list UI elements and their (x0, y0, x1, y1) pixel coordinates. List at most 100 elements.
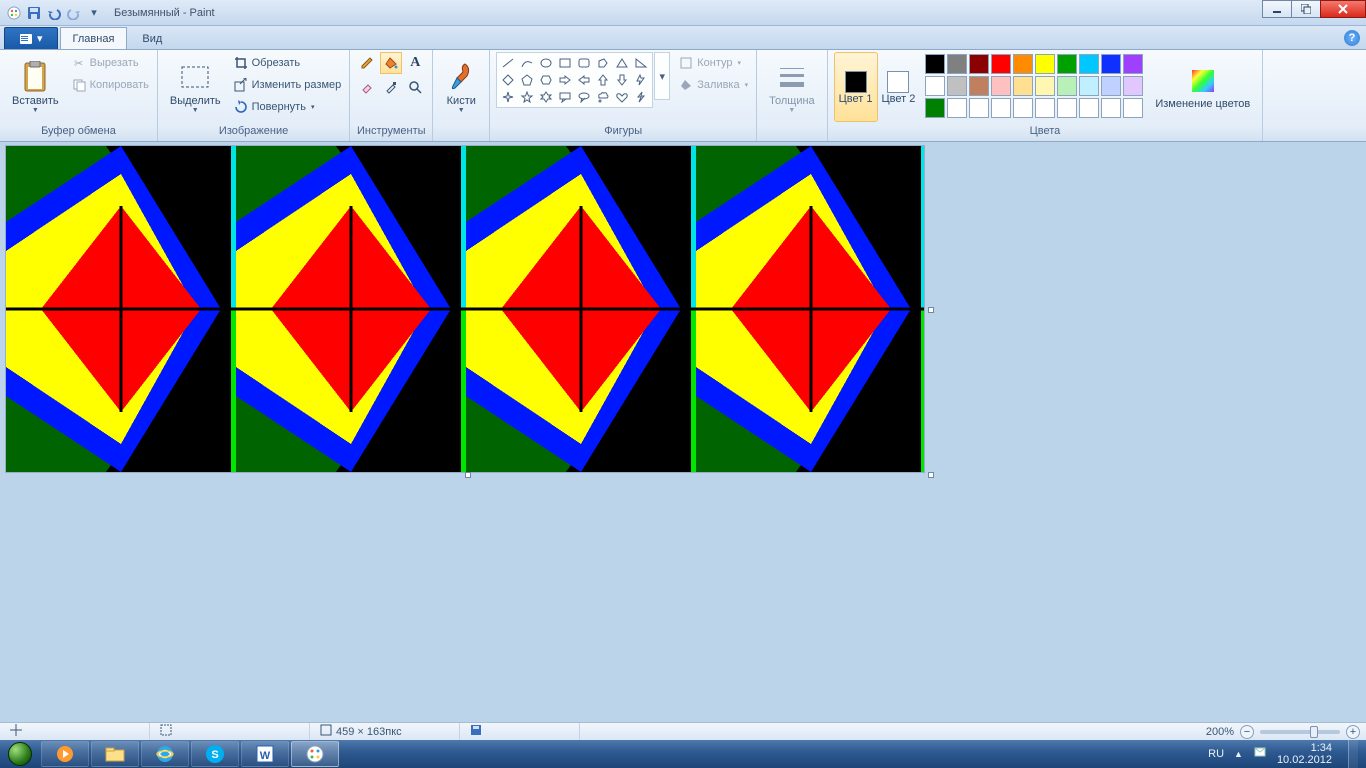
palette-swatch[interactable] (1079, 76, 1099, 96)
palette-swatch[interactable] (1123, 98, 1143, 118)
fill-tool[interactable] (380, 52, 402, 74)
brush-button[interactable]: Кисти▼ (439, 52, 483, 122)
tab-view[interactable]: Вид (129, 27, 175, 49)
taskbar-mediaplayer[interactable] (41, 741, 89, 767)
palette-swatch[interactable] (991, 98, 1011, 118)
edit-colors-button[interactable]: Изменение цветов (1149, 52, 1256, 122)
shape-arrowu-icon[interactable] (594, 72, 612, 88)
resize-handle-bottom[interactable] (465, 472, 471, 478)
paste-button[interactable]: Вставить▼ (6, 52, 65, 122)
palette-swatch[interactable] (969, 98, 989, 118)
shape-curve-icon[interactable] (518, 55, 536, 71)
shapes-more-button[interactable]: ▾ (654, 52, 670, 100)
palette-swatch[interactable] (1057, 76, 1077, 96)
start-button[interactable] (0, 740, 40, 768)
tray-arrow-icon[interactable]: ▲ (1234, 749, 1243, 759)
zoom-tool[interactable] (404, 76, 426, 98)
qat-dropdown-icon[interactable]: ▾ (86, 5, 102, 21)
shape-arrowr-icon[interactable] (556, 72, 574, 88)
palette-swatch[interactable] (969, 76, 989, 96)
color2-button[interactable]: Цвет 2 (878, 52, 920, 122)
maximize-button[interactable] (1291, 0, 1321, 18)
fill-button[interactable]: Заливка▾ (676, 74, 750, 96)
palette-swatch[interactable] (1057, 54, 1077, 74)
shape-diamond-icon[interactable] (499, 72, 517, 88)
redo-icon[interactable] (66, 5, 82, 21)
outline-button[interactable]: Контур▾ (676, 52, 750, 74)
cut-button[interactable]: ✂Вырезать (69, 52, 151, 74)
palette-swatch[interactable] (1079, 98, 1099, 118)
taskbar-ie[interactable] (141, 741, 189, 767)
shape-callout-rect-icon[interactable] (556, 89, 574, 105)
palette-swatch[interactable] (947, 76, 967, 96)
shape-triangle-icon[interactable] (613, 55, 631, 71)
palette-swatch[interactable] (1013, 54, 1033, 74)
show-desktop-button[interactable] (1348, 740, 1358, 768)
shape-arrowd-icon[interactable] (613, 72, 631, 88)
pencil-tool[interactable] (356, 52, 378, 74)
shape-lightning2-icon[interactable] (632, 89, 650, 105)
shape-heart-icon[interactable] (613, 89, 631, 105)
shape-star6-icon[interactable] (537, 89, 555, 105)
palette-swatch[interactable] (947, 98, 967, 118)
size-button[interactable]: Толщина▼ (763, 52, 821, 122)
taskbar-skype[interactable]: S (191, 741, 239, 767)
palette-swatch[interactable] (1035, 54, 1055, 74)
palette-swatch[interactable] (947, 54, 967, 74)
help-button[interactable]: ? (1344, 30, 1360, 46)
work-area[interactable] (0, 142, 1366, 722)
tray-lang[interactable]: RU (1208, 748, 1224, 760)
palette-swatch[interactable] (925, 76, 945, 96)
resize-handle-right[interactable] (928, 307, 934, 313)
palette-swatch[interactable] (969, 54, 989, 74)
shape-star4-icon[interactable] (499, 89, 517, 105)
zoom-out-button[interactable]: − (1240, 725, 1254, 739)
taskbar-word[interactable]: W (241, 741, 289, 767)
shape-line-icon[interactable] (499, 55, 517, 71)
copy-button[interactable]: Копировать (69, 74, 151, 96)
palette-swatch[interactable] (1035, 98, 1055, 118)
rotate-button[interactable]: Повернуть▾ (231, 96, 344, 118)
resize-handle-corner[interactable] (928, 472, 934, 478)
tray-flag-icon[interactable] (1253, 746, 1267, 763)
palette-swatch[interactable] (1101, 98, 1121, 118)
palette-swatch[interactable] (1123, 54, 1143, 74)
taskbar-paint[interactable] (291, 741, 339, 767)
shape-pentagon-icon[interactable] (518, 72, 536, 88)
shape-rtriangle-icon[interactable] (632, 55, 650, 71)
shape-polygon-icon[interactable] (594, 55, 612, 71)
file-menu-button[interactable]: ▾ (4, 27, 58, 49)
shape-oval-icon[interactable] (537, 55, 555, 71)
palette-swatch[interactable] (1057, 98, 1077, 118)
shape-callout-cloud-icon[interactable] (594, 89, 612, 105)
shape-lightning-icon[interactable] (632, 72, 650, 88)
select-button[interactable]: Выделить▼ (164, 52, 227, 122)
taskbar-explorer[interactable] (91, 741, 139, 767)
palette-swatch[interactable] (1079, 54, 1099, 74)
color1-button[interactable]: Цвет 1 (834, 52, 878, 122)
shape-roundrect-icon[interactable] (575, 55, 593, 71)
shape-arrowl-icon[interactable] (575, 72, 593, 88)
eraser-tool[interactable] (356, 76, 378, 98)
undo-icon[interactable] (46, 5, 62, 21)
tab-home[interactable]: Главная (60, 27, 128, 49)
minimize-button[interactable] (1262, 0, 1292, 18)
shape-rect-icon[interactable] (556, 55, 574, 71)
palette-swatch[interactable] (1013, 98, 1033, 118)
resize-button[interactable]: Изменить размер (231, 74, 344, 96)
save-icon[interactable] (26, 5, 42, 21)
text-tool[interactable]: A (404, 52, 426, 74)
tray-clock[interactable]: 1:34 10.02.2012 (1277, 742, 1332, 766)
shape-hexagon-icon[interactable] (537, 72, 555, 88)
crop-button[interactable]: Обрезать (231, 52, 344, 74)
palette-swatch[interactable] (991, 54, 1011, 74)
zoom-in-button[interactable]: + (1346, 725, 1360, 739)
palette-swatch[interactable] (991, 76, 1011, 96)
palette-swatch[interactable] (925, 54, 945, 74)
palette-swatch[interactable] (1123, 76, 1143, 96)
picker-tool[interactable] (380, 76, 402, 98)
palette-swatch[interactable] (1101, 54, 1121, 74)
palette-swatch[interactable] (1013, 76, 1033, 96)
palette-swatch[interactable] (1035, 76, 1055, 96)
shape-callout-oval-icon[interactable] (575, 89, 593, 105)
